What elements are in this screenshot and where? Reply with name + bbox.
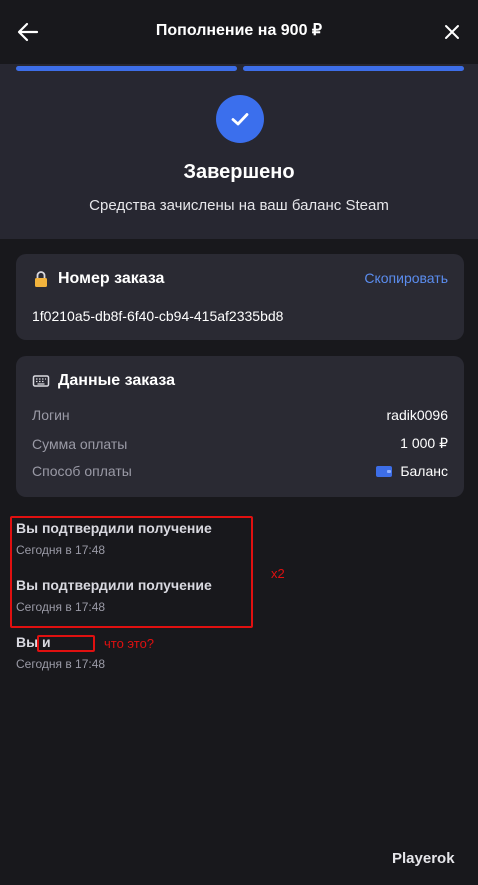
order-number-heading: Номер заказа	[32, 270, 164, 288]
order-data-heading: Данные заказа	[32, 372, 175, 390]
status-subtitle: Средства зачислены на ваш баланс Steam	[89, 197, 389, 214]
brand-logo: Playerok	[392, 850, 455, 867]
order-number-heading-label: Номер заказа	[58, 270, 165, 287]
progress-step-2	[243, 66, 464, 71]
order-row-login: Логин radik0096	[32, 407, 448, 423]
keyboard-icon	[32, 375, 50, 387]
progress-step-1	[16, 66, 237, 71]
app-header: Пополнение на 900 ₽	[0, 0, 478, 64]
order-row-label: Сумма оплаты	[32, 435, 128, 452]
check-circle-icon	[216, 95, 264, 143]
annotation-question-note: что это?	[104, 636, 155, 651]
order-row-payment: Способ оплаты Баланс	[32, 463, 448, 479]
close-icon	[445, 25, 459, 39]
order-row-value: Баланс	[400, 463, 448, 479]
order-data-heading-label: Данные заказа	[58, 372, 176, 389]
order-data-card: Данные заказа Логин radik0096 Сумма опла…	[16, 356, 464, 497]
order-row-label: Логин	[32, 407, 70, 423]
page-title: Пополнение на 900 ₽	[155, 22, 323, 39]
status-panel: Завершено Средства зачислены на ваш бала…	[0, 64, 478, 239]
order-id: 1f0210a5-db8f-6f40-cb94-415af2335bd8	[32, 308, 284, 324]
wallet-icon	[376, 465, 393, 477]
order-row-value: 1 000 ₽	[400, 435, 448, 451]
order-row-value: radik0096	[386, 407, 449, 423]
order-number-card: Номер заказа Скопировать 1f0210a5-db8f-6…	[16, 254, 464, 340]
order-row-label: Способ оплаты	[32, 463, 132, 479]
lock-icon	[35, 271, 47, 287]
close-button[interactable]	[438, 18, 466, 46]
status-title: Завершено	[183, 161, 295, 183]
copy-button[interactable]: Скопировать	[364, 270, 448, 286]
annotation-duplicate-box	[10, 516, 253, 628]
order-row-amount: Сумма оплаты 1 000 ₽	[32, 435, 448, 452]
annotation-duplicate-note: x2	[271, 566, 285, 581]
event-time: Сегодня в 17:48	[16, 657, 106, 671]
annotation-question-box	[37, 635, 95, 652]
